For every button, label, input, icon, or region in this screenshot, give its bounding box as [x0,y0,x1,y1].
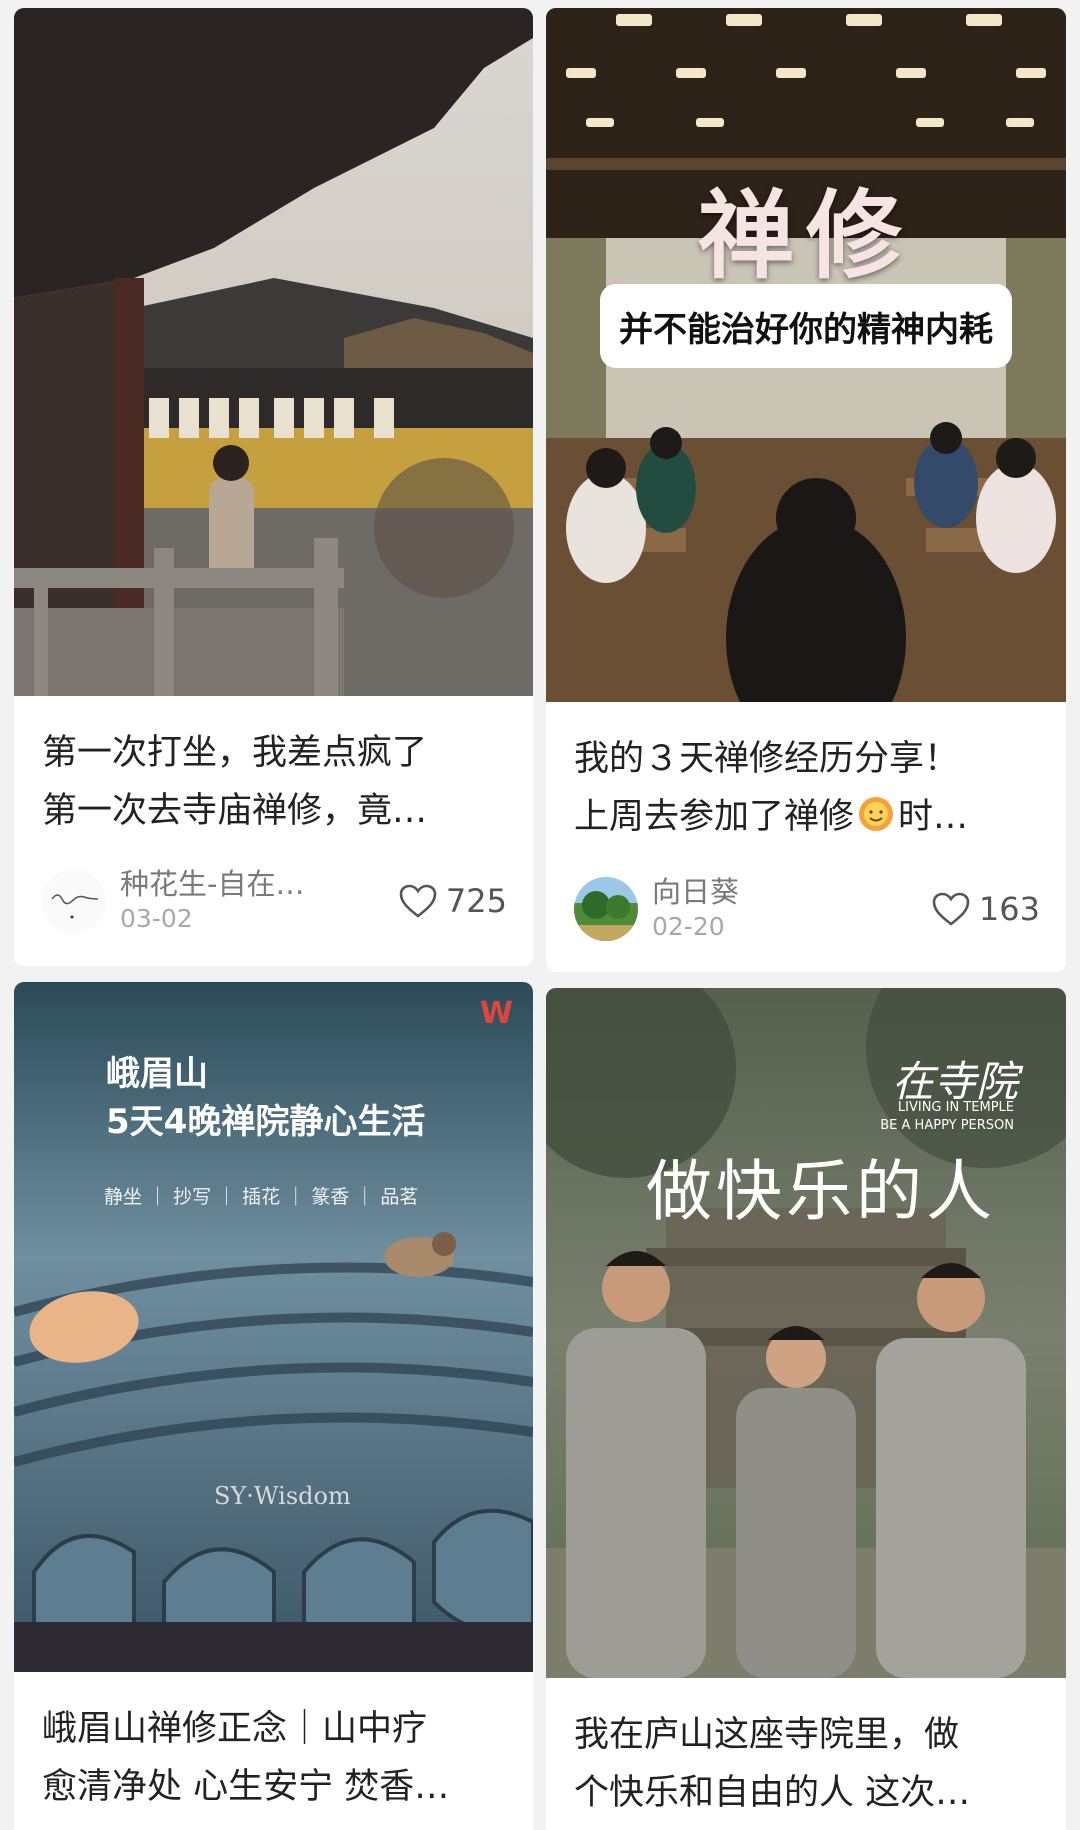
card-1-cover-image[interactable] [14,8,533,696]
heart-icon [932,892,970,926]
card-3-cover-image[interactable]: W 峨眉山 5天4晚禅院静心生活 静坐 ｜ 抄写 ｜ 插花 ｜ 篆香 ｜ 品茗 … [14,982,533,1672]
card-1-meta: 种花生-自在… 03-02 725 [42,866,507,936]
card-1-author-avatar[interactable] [42,869,106,933]
card-3-cover-logo: W [479,996,513,1031]
card-2-post-date: 02-20 [652,912,725,941]
card-4-title[interactable]: 我在庐山这座寺院里，做 个快乐和自由的人 这次… [546,1678,1066,1822]
card-1-like-button[interactable]: 725 [398,882,507,920]
card-1-title-line2: 第一次去寺庙禅修，竟… [42,791,428,831]
card-2-title-line1: 我的３天禅修经历分享！ [574,739,960,779]
card-1-title-line1: 第一次打坐，我差点疯了 [42,733,428,773]
card-4-cover-en2: BE A HAPPY PERSON [880,1118,1014,1133]
card-3-cover-line2: 5天4晚禅院静心生活 [106,1102,426,1142]
card-1-post-date: 03-02 [120,904,193,933]
card-3-title[interactable]: 峨眉山禅修正念｜山中疗 愈清净处 心生安宁 焚香… [14,1672,533,1816]
card-4-title-line2: 个快乐和自由的人 这次… [574,1773,971,1813]
card-2-author-name[interactable]: 向日葵 [652,874,931,910]
card-2-cover-big-text: 禅修 [698,180,914,292]
card-3-cover-line1: 峨眉山 [106,1054,208,1094]
card-2-like-button[interactable]: 163 [931,890,1040,928]
feed-card-2[interactable]: 禅修 并不能治好你的精神内耗 我的３天禅修经历分享！ 上周去参加了禅修 时… 向日… [546,8,1066,972]
card-4-cover-big: 做快乐的人 [646,1153,996,1230]
card-3-title-line2: 愈清净处 心生安宁 焚香… [42,1767,450,1807]
feed-card-4[interactable]: 在寺院 LIVING IN TEMPLE BE A HAPPY PERSON 做… [546,988,1066,1830]
card-2-like-count: 163 [978,890,1040,928]
card-2-title[interactable]: 我的３天禅修经历分享！ 上周去参加了禅修 时… [546,702,1066,846]
card-3-cover-watermark: SY·Wisdom [214,1482,351,1510]
card-3-cover-tags: 静坐 ｜ 抄写 ｜ 插花 ｜ 篆香 ｜ 品茗 [104,1186,419,1208]
card-2-title-line2-wrap: 上周去参加了禅修 时… [574,788,1038,846]
card-2-meta: 向日葵 02-20 163 [574,874,1040,944]
sun-emoji-icon [856,794,896,834]
card-2-cover-subtitle: 并不能治好你的精神内耗 [619,309,993,350]
handwriting-avatar-icon [42,869,106,933]
temple-eaves-photo [14,8,533,696]
card-4-cover-image[interactable]: 在寺院 LIVING IN TEMPLE BE A HAPPY PERSON 做… [546,988,1066,1678]
card-1-author-name[interactable]: 种花生-自在… [120,866,398,902]
card-2-title-line2-end: 时… [898,797,969,837]
card-2-cover-image[interactable]: 禅修 并不能治好你的精神内耗 [546,8,1066,702]
landscape-avatar-icon [574,877,638,941]
card-2-author-avatar[interactable] [574,877,638,941]
card-2-cover-subtitle-box: 并不能治好你的精神内耗 [600,284,1012,368]
card-4-title-line1: 我在庐山这座寺院里，做 [574,1715,960,1755]
card-3-title-line1: 峨眉山禅修正念｜山中疗 [42,1709,428,1749]
feed-card-3[interactable]: W 峨眉山 5天4晚禅院静心生活 静坐 ｜ 抄写 ｜ 插花 ｜ 篆香 ｜ 品茗 … [14,982,533,1830]
card-4-cover-en1: LIVING IN TEMPLE [897,1100,1014,1115]
card-1-title[interactable]: 第一次打坐，我差点疯了 第一次去寺庙禅修，竟… [14,696,533,840]
feed-card-1[interactable]: 第一次打坐，我差点疯了 第一次去寺庙禅修，竟… 种花生-自在… 03-02 72… [14,8,533,966]
card-2-title-line2: 上周去参加了禅修 [574,797,855,837]
heart-icon [399,884,437,918]
card-1-like-count: 725 [445,882,507,920]
roof-tiles-bird-photo [14,982,533,1672]
